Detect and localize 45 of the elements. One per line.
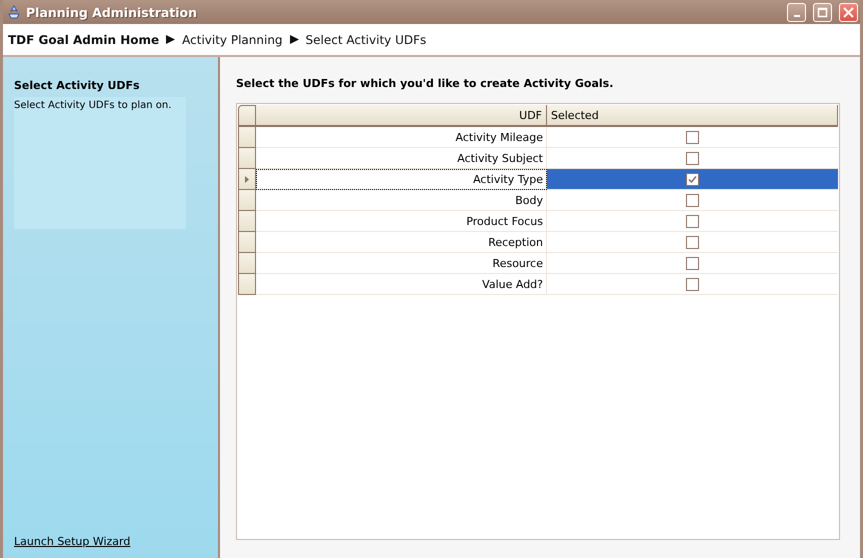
breadcrumb-link[interactable]: Activity Planning [182, 32, 283, 46]
checkbox[interactable] [686, 194, 699, 206]
maximize-icon [817, 6, 828, 18]
minimize-icon [794, 15, 800, 17]
window-title: Planning Administration [26, 4, 198, 20]
column-header[interactable]: Selected [547, 105, 838, 127]
udf-cell: Product Focus [256, 211, 547, 232]
checkbox[interactable] [686, 130, 699, 144]
grid-corner-header [238, 105, 256, 127]
row-header[interactable] [238, 190, 256, 211]
udf-cell: Activity Type [256, 169, 547, 190]
checkbox[interactable] [686, 236, 699, 248]
description-text: Select Activity UDFs to plan on. [14, 100, 172, 111]
close-icon [843, 6, 854, 18]
checkbox[interactable] [686, 152, 699, 164]
current-row-icon [245, 176, 249, 182]
row-header[interactable] [238, 232, 256, 253]
row-header[interactable] [238, 253, 256, 274]
setup-wizard-link[interactable]: Launch Setup Wizard [14, 535, 130, 548]
udf-cell: Body [256, 190, 547, 211]
column-header[interactable]: UDF [256, 105, 547, 127]
udf-cell: Resource [256, 253, 547, 274]
checkbox[interactable] [686, 256, 699, 270]
breadcrumb-link[interactable]: Select Activity UDFs [306, 32, 426, 46]
udf-cell: Reception [256, 232, 547, 253]
udf-cell: Activity Mileage [256, 127, 547, 148]
checkbox[interactable] [686, 278, 699, 290]
checkbox[interactable] [686, 172, 699, 186]
row-header[interactable] [238, 211, 256, 232]
breadcrumb-link[interactable]: TDF Goal Admin Home [8, 32, 160, 46]
maximize-button[interactable] [813, 2, 832, 22]
checkbox[interactable] [686, 214, 699, 228]
instruction-heading: Select the UDFs for which you'd like to create Activity Goals. [236, 77, 614, 90]
row-header[interactable] [238, 148, 256, 169]
udf-cell: Value Add? [256, 274, 547, 295]
row-header[interactable] [238, 127, 256, 148]
app-icon [7, 5, 21, 19]
row-header[interactable] [238, 169, 256, 190]
minimize-button[interactable] [787, 2, 806, 22]
close-button[interactable] [839, 2, 858, 22]
udf-cell: Activity Subject [256, 148, 547, 169]
row-header[interactable] [238, 274, 256, 295]
separator-arrow-icon [290, 35, 299, 44]
sidebar-title: Select Activity UDFs [14, 79, 141, 92]
separator-arrow-icon [166, 35, 176, 44]
